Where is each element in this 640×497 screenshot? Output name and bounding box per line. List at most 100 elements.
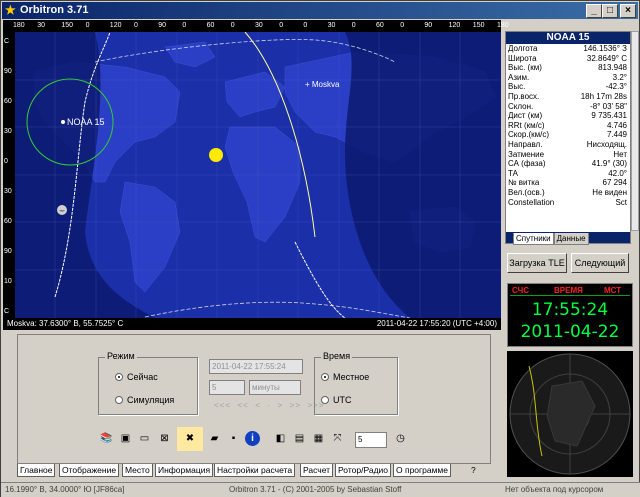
city-label: + Moskva [305,80,340,89]
info-key: Склон. [508,101,534,111]
longitude-tick-label: 120 [448,22,461,29]
time-group: Время Местное UTC [314,351,398,415]
satellite-app-icon: ★ [5,3,16,17]
map-canvas[interactable]: NOAA 15 + Moskva [15,32,501,318]
nav-fwd-2[interactable]: >> [290,401,301,410]
info-key: Направл. [508,139,543,149]
tab-calc-settings[interactable]: Настройки расчета [214,464,296,477]
info-row: Вел.(осв.) Не виден [506,188,630,198]
nav-back-1[interactable]: < [255,401,261,410]
info-value: Нисходящ. [586,139,627,149]
longitude-tick-label: 0 [303,22,308,29]
minimize-button[interactable]: _ [586,4,602,18]
longitude-tick-label: 90 [158,22,166,29]
latitude-tick-label: 10 [4,278,12,285]
nav-back-2[interactable]: << [237,401,248,410]
clock-icon[interactable]: ◷ [393,431,408,446]
tab-about[interactable]: О программе [393,464,452,477]
utc-toggle[interactable]: СЧС [512,286,529,295]
nav-fwd-1[interactable]: > [278,401,284,410]
time-utc-radio[interactable]: UTC [321,395,352,405]
mode-now-radio[interactable]: Сейчас [115,372,158,382]
satellite-marker[interactable] [61,120,65,124]
close-window-icon[interactable]: ⊠ [157,431,172,446]
longitude-tick-label: 0 [134,22,138,29]
info-row: Выс. (км) 813.948 [506,63,630,73]
longitude-tick-label: 0 [182,22,187,29]
info-key: Выс. (км) [508,63,542,73]
longitude-tick-label: 0 [279,22,284,29]
info-value: 42.0° [608,168,627,178]
tab-rotor-radio[interactable]: Ротор/Радио [335,464,391,477]
tab-calculation[interactable]: Расчет [300,464,334,477]
radar-view[interactable] [507,351,633,477]
map-svg: NOAA 15 + Moskva [15,32,501,318]
tab-information[interactable]: Информация [155,464,214,477]
tab-satellites[interactable]: Спутники [513,233,554,245]
panel-scrollbar[interactable] [631,31,639,231]
view-layout-3-icon[interactable]: ▦ [311,431,326,446]
info-key: Долгота [508,44,538,53]
satellite-label: NOAA 15 [67,117,105,127]
tools-icon[interactable]: ✖ [177,427,203,451]
next-button[interactable]: Следующий [571,253,629,273]
step-value-field[interactable]: 5 [209,380,245,395]
info-row: Constellation Sct [506,198,630,208]
mode-simulation-radio[interactable]: Симуляция [115,395,174,405]
save-icon[interactable]: ▪ [226,431,241,446]
map-datetime: 2011-04-22 17:55:20 (UTC +4:00) [376,319,497,328]
info-key: Азим. [508,72,530,82]
longitude-tick-label: 30 [327,22,336,29]
satellite-info-panel: NOAA 15 Долгота 146.1536° З Широта 32.8649°… [505,31,631,244]
info-key: Широта [508,53,537,63]
longitude-tick-label: 120 [109,22,122,29]
step-unit-select[interactable]: минуты [249,380,301,395]
latitude-tick-label: 30 [4,128,12,135]
info-key: Constellation [508,197,555,207]
map-status-bar: Moskva: 37.6300° В, 55.7525° С 2011-04-2… [3,318,501,330]
info-icon[interactable]: i [245,431,260,446]
open-folder-icon[interactable]: ▰ [207,431,222,446]
longitude-tick-label: 0 [85,22,90,29]
latitude-tick-label: 90 [4,68,12,75]
fullscreen-icon[interactable]: ⤧ [330,431,345,446]
tab-data[interactable]: Данные [553,233,589,245]
books-icon[interactable]: 📚 [99,431,114,446]
info-key: Затмение [508,149,545,159]
info-key: RRt (км/с) [508,120,545,130]
info-row: Долгота 146.1536° З [506,44,630,54]
window-icon[interactable]: ▭ [137,431,152,446]
mode-title: Режим [105,351,137,361]
camera-icon[interactable]: ▣ [118,431,133,446]
info-row: Затмение Нет [506,150,630,160]
local-toggle[interactable]: МСТ [604,286,621,295]
tab-main[interactable]: Главное [17,464,56,477]
close-button[interactable]: × [620,4,636,18]
load-tle-button[interactable]: Загрузка TLE [507,253,567,273]
nav-stop[interactable]: · [267,401,271,410]
view-layout-1-icon[interactable]: ◧ [273,431,288,446]
mode-group: Режим Сейчас Симуляция [98,351,198,415]
info-value: 146.1536° З [583,44,627,53]
status-coords: 16.1990° В, 34.0000° Ю [JF86ca] [5,485,125,494]
maximize-button[interactable]: □ [602,4,618,18]
status-credits: Orbitron 3.71 - (C) 2001-2005 by Sebasti… [229,485,402,494]
longitude-tick-label: 0 [351,22,356,29]
time-local-radio[interactable]: Местное [321,372,369,382]
world-map-view[interactable]: 180 30 150 0 120 0 90 0 60 0 30 0 0 30 0 60 0 90 120 150 180… [3,20,509,330]
info-row: Дист (км) 9 735.431 [506,111,630,121]
nav-back-3[interactable]: <<< [214,401,231,410]
longitude-tick-label: 60 [206,22,215,29]
tab-location[interactable]: Место [122,464,153,477]
info-key: Выс. [508,82,526,92]
datetime-field[interactable]: 2011-04-22 17:55:24 [209,359,303,374]
help-button[interactable]: ? [469,464,478,477]
interval-select[interactable]: 5 [355,432,387,448]
view-layout-2-icon[interactable]: ▤ [292,431,307,446]
info-value: 18h 17m 28s [580,91,627,101]
info-value: Не виден [592,187,627,197]
info-row: СА (фаза) 41.9° (30) [506,159,630,169]
title-bar: ★ Orbitron 3.71 _ □ × [2,2,638,19]
status-cursor: Нет объекта под курсором [505,485,604,494]
tab-display[interactable]: Отображение [59,464,120,477]
